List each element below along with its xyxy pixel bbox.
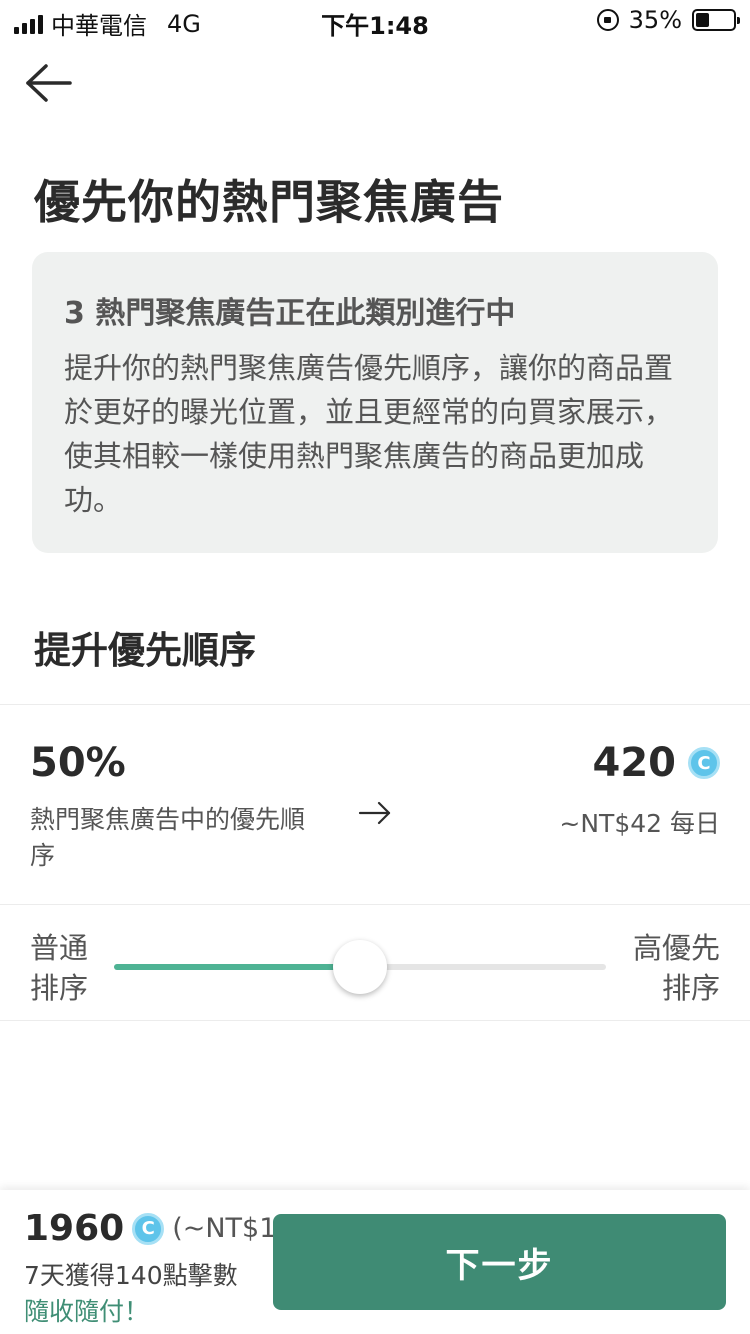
arrow-left-icon xyxy=(26,64,72,102)
info-card-body: 提升你的熱門聚焦廣告優先順序，讓你的商品置於更好的曝光位置，並且更經常的向買家展… xyxy=(64,351,674,517)
battery-fill xyxy=(696,13,709,27)
info-card: 3 熱門聚焦廣告正在此類別進行中 提升你的熱門聚焦廣告優先順序，讓你的商品置於更… xyxy=(32,252,718,553)
priority-slider[interactable] xyxy=(114,940,606,994)
daily-price: ~NT$42 每日 xyxy=(559,809,720,838)
arrow-right-icon xyxy=(358,801,391,825)
divider xyxy=(0,704,750,705)
status-bar: 中華電信 4G 下午1:48 35% xyxy=(0,0,750,40)
section-title: 提升優先順序 xyxy=(34,629,256,672)
total-cost: 1960 C (~NT$196 xyxy=(24,1208,311,1249)
bottom-bar: 1960 C (~NT$196 7天獲得140點擊數 隨收隨付！ 下一步 xyxy=(0,1190,750,1334)
status-bar-right: 35% xyxy=(596,6,740,34)
priority-slider-thumb[interactable] xyxy=(333,940,387,994)
daily-coin-amount: 420 xyxy=(592,740,677,786)
pay-as-you-go: 隨收隨付！ xyxy=(24,1297,150,1326)
battery-icon xyxy=(692,9,740,31)
next-button[interactable]: 下一步 xyxy=(273,1214,726,1310)
coin-icon: C xyxy=(132,1212,165,1245)
page-title: 優先你的熱門聚焦廣告 xyxy=(34,175,504,229)
priority-percent: 50% xyxy=(30,740,126,786)
daily-coin-cost: 420 C xyxy=(592,740,720,786)
coin-symbol: C xyxy=(697,752,711,774)
battery-percent: 35% xyxy=(628,6,682,34)
divider xyxy=(0,904,750,905)
info-card-title: 3 熱門聚焦廣告正在此類別進行中 xyxy=(64,296,516,331)
clicks-estimate: 7天獲得140點擊數 xyxy=(24,1261,238,1290)
divider xyxy=(0,1020,750,1021)
priority-slider-fill xyxy=(114,964,360,970)
coin-icon: C xyxy=(688,747,720,779)
back-button[interactable] xyxy=(22,60,76,106)
priority-percent-description: 熱門聚焦廣告中的優先順序 xyxy=(30,805,306,870)
slider-min-label: 普通排序 xyxy=(30,931,89,1005)
rotation-lock-icon xyxy=(596,9,619,31)
coin-symbol: C xyxy=(141,1218,155,1239)
slider-max-label: 高優先排序 xyxy=(632,931,720,1005)
total-coins: 1960 xyxy=(24,1208,125,1249)
